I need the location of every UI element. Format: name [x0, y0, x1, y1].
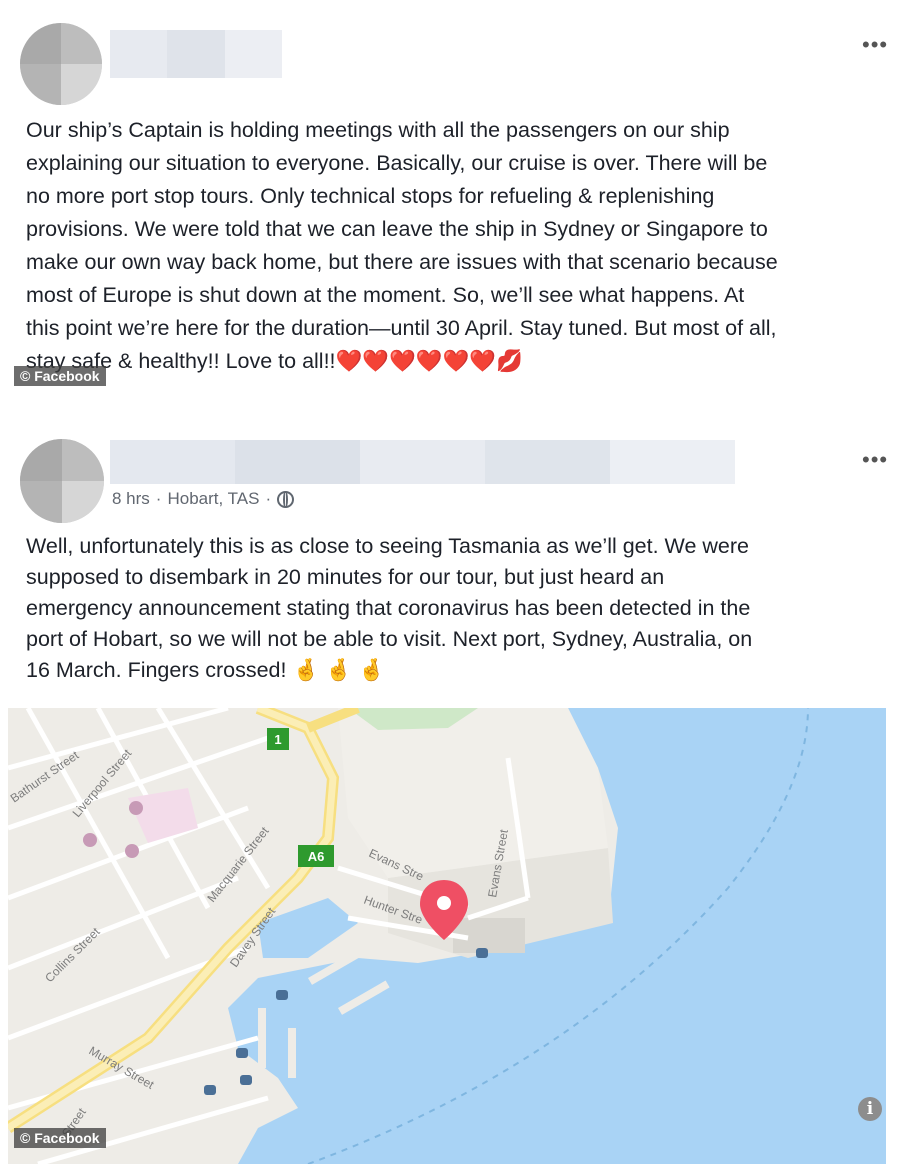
location-map[interactable]: 1 A6 Bathurst Street Liverpool Street Ma… [8, 708, 886, 1164]
post-text-line: 16 March. Fingers crossed! 🤞 🤞 🤞 [26, 658, 385, 682]
avatar[interactable] [20, 439, 104, 523]
meta-separator: · [265, 489, 272, 508]
map-graphic: 1 A6 Bathurst Street Liverpool Street Ma… [8, 708, 886, 1164]
public-globe-icon [277, 490, 295, 508]
post-text-line: stay safe & healthy!! Love to all!!❤️❤️❤… [26, 349, 523, 373]
meta-separator: · [155, 489, 162, 508]
post-divider [0, 395, 910, 425]
post-text-line: Our ship’s Captain is holding meetings w… [26, 118, 730, 142]
post-text-line: this point we’re here for the duration—u… [26, 316, 777, 340]
author-name-blurred[interactable] [110, 440, 735, 484]
post-meta: 8 hrs · Hobart, TAS · [112, 489, 295, 509]
more-options-icon[interactable]: ••• [862, 449, 888, 471]
post-location[interactable]: Hobart, TAS [167, 489, 259, 509]
post-text-line: supposed to disembark in 20 minutes for … [26, 565, 665, 589]
facebook-watermark: © Facebook [14, 366, 106, 386]
post-text-line: explaining our situation to everyone. Ba… [26, 151, 768, 175]
post-time[interactable]: 8 hrs [112, 489, 150, 509]
post-1: ••• Our ship’s Captain is holding meetin… [0, 0, 910, 395]
post-text-line: port of Hobart, so we will not be able t… [26, 627, 753, 651]
post-text-line: most of Europe is shut down at the momen… [26, 283, 745, 307]
post-text-line: emergency announcement stating that coro… [26, 596, 751, 620]
post-text: Our ship’s Captain is holding meetings w… [26, 114, 896, 378]
route-1-label: 1 [274, 732, 281, 747]
post-2: ••• 8 hrs · Hobart, TAS · Well, unfortun… [0, 425, 910, 1164]
post-text-line: no more port stop tours. Only technical … [26, 184, 715, 208]
author-name-blurred[interactable] [110, 30, 282, 78]
route-a6-label: A6 [308, 849, 325, 864]
more-options-icon[interactable]: ••• [862, 34, 888, 56]
post-text-line: Well, unfortunately this is as close to … [26, 534, 749, 558]
post-text-line: provisions. We were told that we can lea… [26, 217, 768, 241]
info-icon[interactable]: i [858, 1097, 882, 1121]
post-text-line: make our own way back home, but there ar… [26, 250, 778, 274]
post-text: Well, unfortunately this is as close to … [26, 531, 896, 686]
avatar[interactable] [20, 23, 102, 105]
facebook-watermark: © Facebook [14, 1128, 106, 1148]
